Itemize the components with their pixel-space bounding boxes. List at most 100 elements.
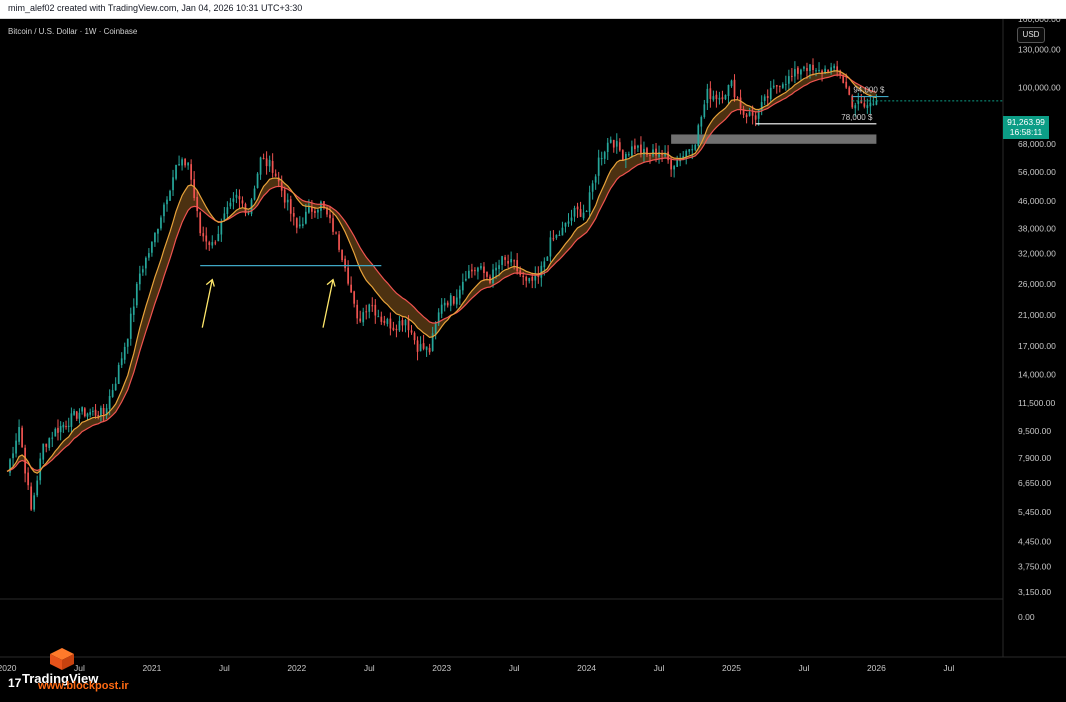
candle-body	[100, 407, 102, 417]
candle-body	[422, 343, 425, 349]
candle-body	[567, 221, 570, 224]
candle-body	[235, 194, 238, 198]
time-tick-label: Jul	[943, 663, 954, 673]
candle-body	[652, 149, 654, 156]
candle-body	[477, 267, 479, 272]
candle-body	[329, 214, 331, 219]
candle-body	[528, 277, 531, 282]
tradingview-logo-mark: 17	[8, 676, 22, 690]
candle-body	[778, 85, 781, 87]
candle-body	[395, 328, 398, 331]
candle-body	[848, 87, 851, 95]
candle-body	[338, 234, 340, 250]
candle-body	[670, 160, 672, 170]
candle-body	[190, 164, 193, 180]
candle-body	[597, 157, 600, 176]
level-label: 78,000 $	[841, 113, 873, 122]
time-tick-label: 2023	[432, 663, 451, 673]
candle-body	[202, 233, 205, 237]
candle-body	[504, 257, 506, 260]
candle-body	[697, 125, 700, 146]
candle-body	[558, 234, 561, 236]
candle-body	[570, 217, 573, 221]
candle-body	[471, 269, 473, 272]
candle-body	[36, 480, 39, 496]
candle-body	[830, 67, 832, 72]
candle-body	[268, 159, 271, 167]
price-tick-label: 56,000.00	[1018, 167, 1056, 177]
candle-body	[845, 81, 848, 88]
price-tick-label: 46,000.00	[1018, 196, 1056, 206]
price-tick-label: 6,650.00	[1018, 478, 1051, 488]
time-tick-label: 2021	[142, 663, 161, 673]
candle-body	[480, 266, 482, 269]
candle-body	[117, 364, 120, 385]
candle-body	[21, 427, 23, 448]
candle-body	[495, 267, 497, 271]
candle-body	[769, 87, 772, 100]
candle-body	[492, 269, 494, 284]
candle-body	[784, 84, 787, 86]
currency-button[interactable]: USD	[1017, 27, 1045, 43]
candle-body	[440, 304, 443, 314]
time-tick-label: Jul	[364, 663, 375, 673]
candle-body	[709, 88, 712, 99]
candle-body	[262, 157, 265, 159]
price-tick-label: 5,450.00	[1018, 507, 1051, 517]
candle-body	[181, 159, 183, 166]
candle-body	[407, 318, 410, 331]
candle-body	[350, 284, 353, 293]
candle-body	[452, 296, 455, 304]
candle-body	[24, 447, 26, 474]
candle-body	[579, 209, 582, 217]
candle-body	[211, 242, 214, 246]
candle-body	[673, 166, 676, 170]
candle-body	[513, 260, 516, 262]
candle-body	[425, 346, 428, 350]
candle-body	[253, 188, 256, 200]
candle-body	[57, 427, 59, 433]
candle-body	[62, 424, 65, 428]
candle-body	[549, 237, 552, 257]
candle-body	[522, 275, 525, 278]
candle-body	[582, 212, 585, 219]
candle-body	[791, 75, 793, 77]
candle-body	[416, 340, 419, 352]
candle-body	[410, 330, 413, 333]
candle-body	[428, 347, 431, 353]
time-tick-label: 2020	[0, 663, 17, 673]
candle-body	[573, 207, 576, 217]
candle-body	[751, 112, 754, 116]
candle-body	[138, 273, 141, 285]
candle-body	[815, 70, 817, 72]
time-tick-label: Jul	[219, 663, 230, 673]
candle-body	[691, 149, 694, 151]
candle-body	[525, 276, 528, 281]
time-tick-label: 2025	[722, 663, 741, 673]
candle-body	[712, 96, 715, 100]
candle-body	[42, 443, 45, 460]
candle-body	[591, 183, 594, 192]
candle-body	[166, 199, 168, 205]
candle-body	[869, 102, 872, 107]
candle-body	[685, 150, 688, 157]
candle-body	[75, 411, 78, 419]
candle-body	[359, 318, 362, 322]
candle-body	[283, 189, 286, 203]
candle-body	[157, 228, 159, 234]
candle-body	[154, 232, 156, 243]
candle-body	[594, 176, 597, 183]
candle-body	[724, 95, 727, 100]
candle-body	[510, 259, 512, 263]
candle-body	[229, 202, 232, 207]
candle-body	[65, 426, 67, 428]
candle-body	[621, 150, 624, 161]
price-chart[interactable]: Bitcoin / U.S. Dollar · 1W · Coinbase 94…	[0, 19, 1066, 702]
candle-body	[111, 390, 114, 397]
candle-body	[347, 267, 349, 284]
price-tick-label: 160,000.00	[1018, 19, 1061, 24]
candle-body	[27, 472, 29, 486]
candle-body	[419, 344, 422, 352]
candle-body	[486, 271, 488, 277]
candle-body	[12, 453, 14, 459]
